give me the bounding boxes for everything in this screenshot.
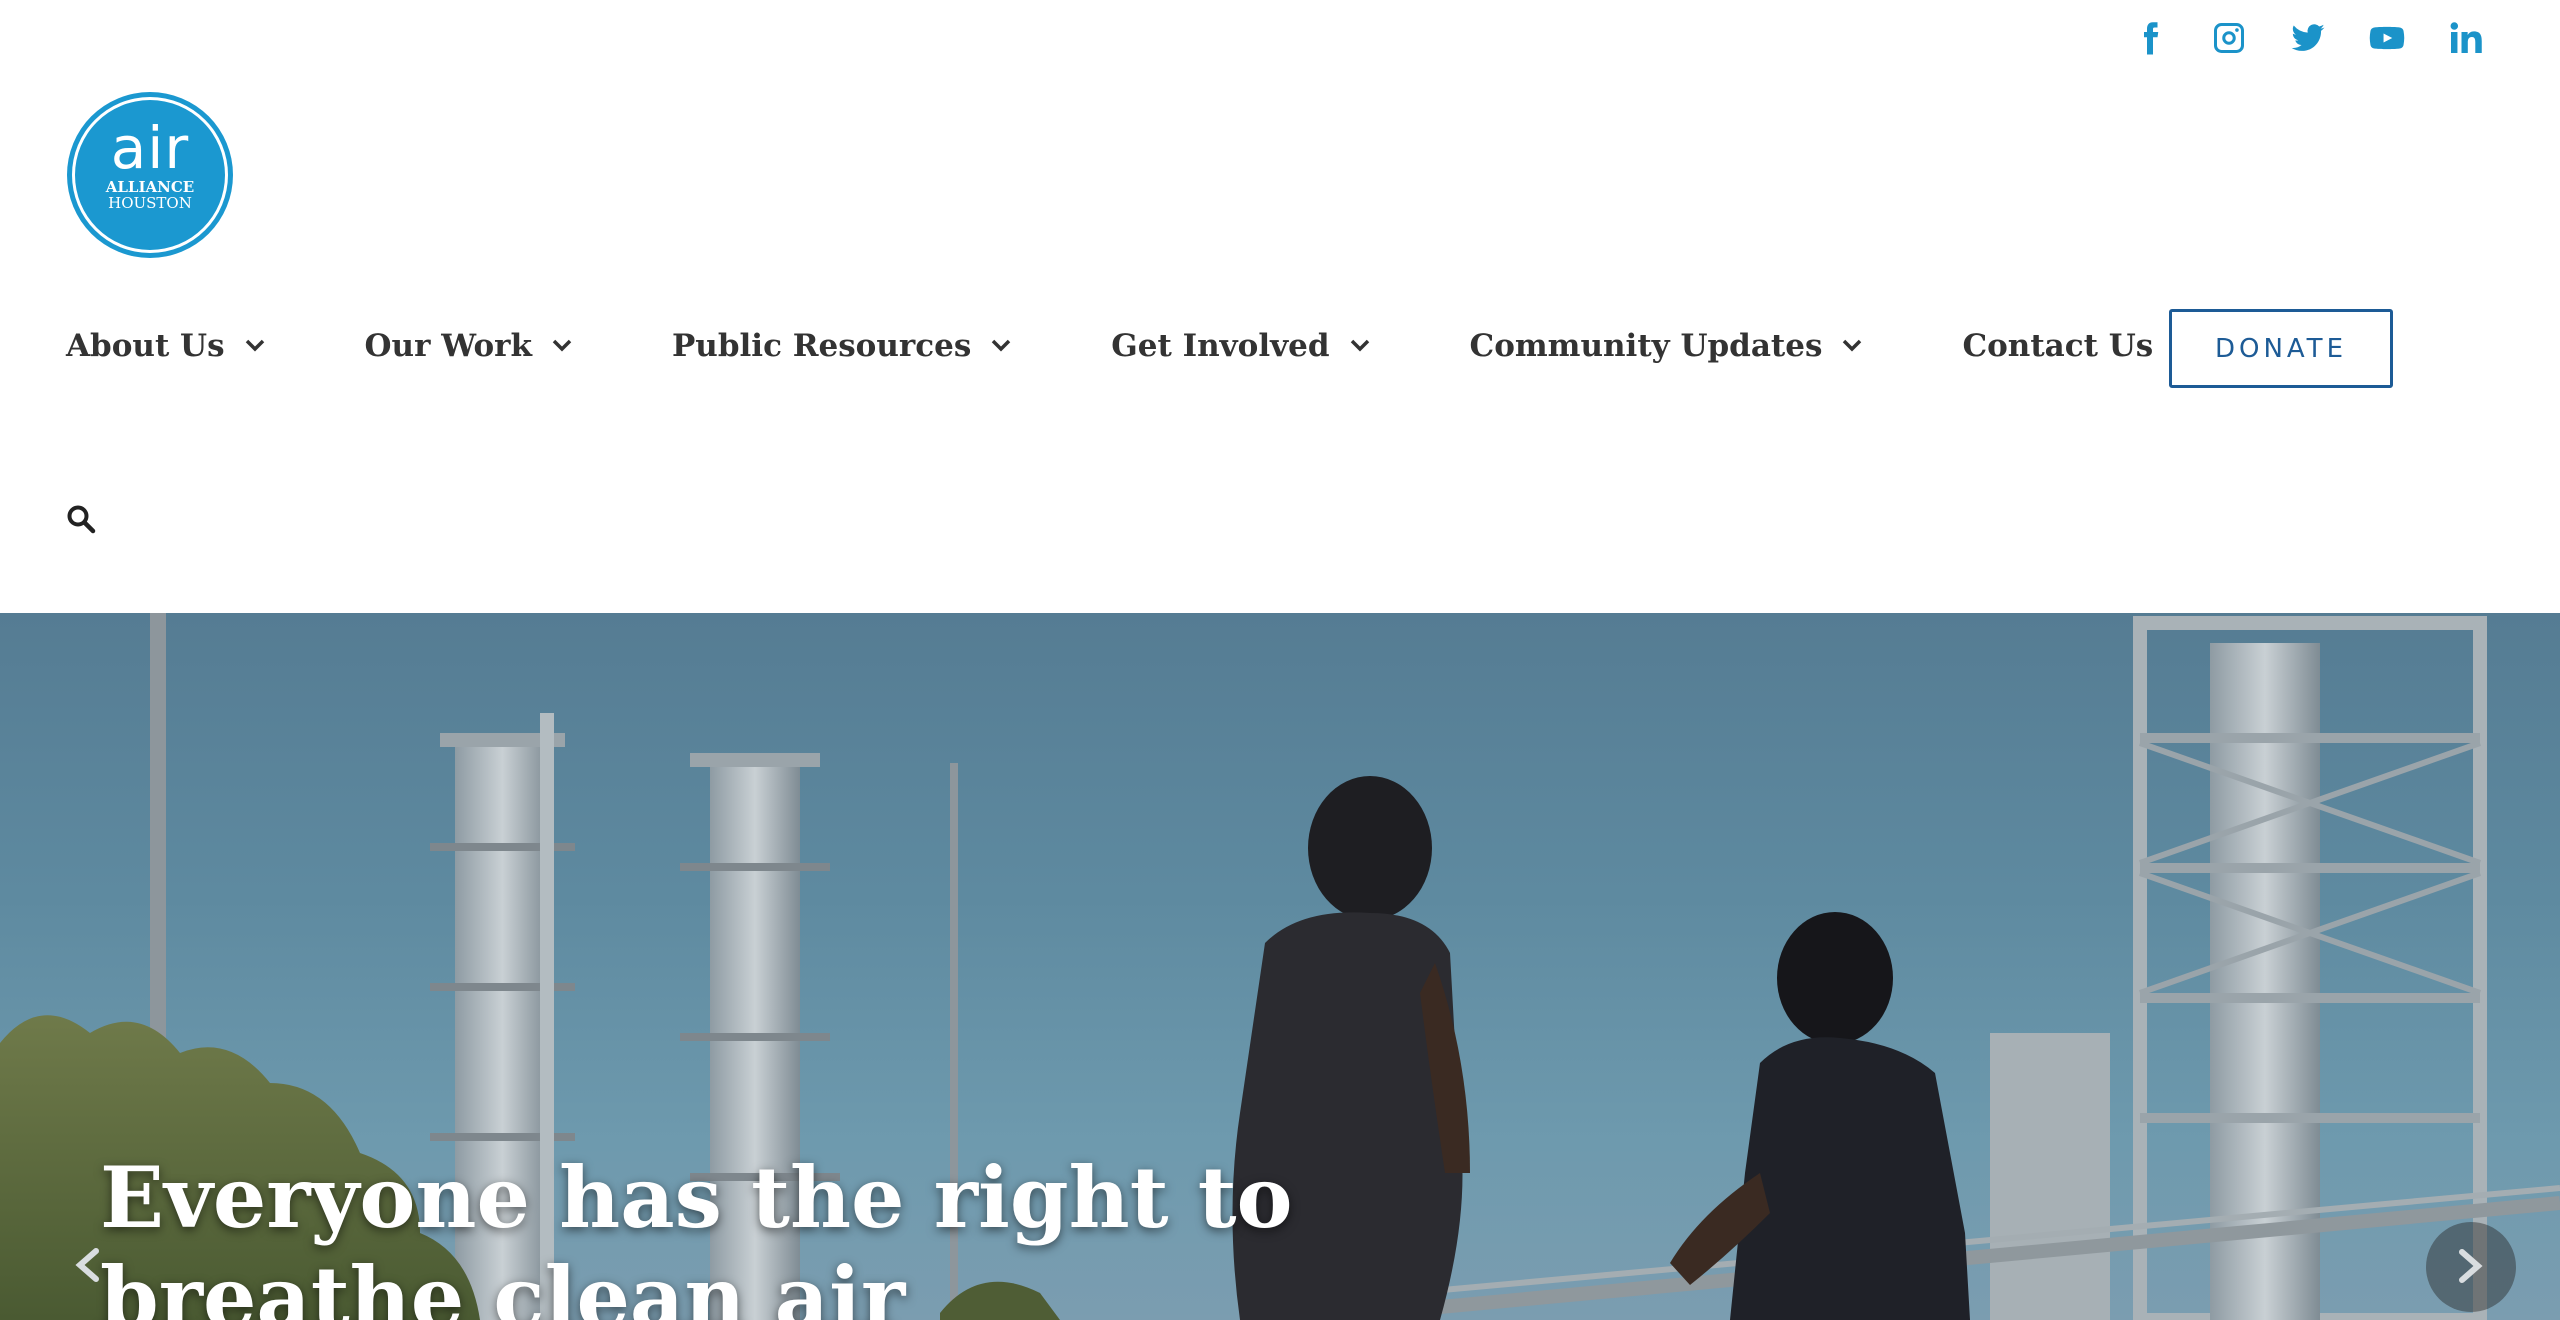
chevron-left-icon[interactable]: [72, 1245, 102, 1285]
nav-item-label: Community Updates: [1469, 328, 1823, 364]
nav-item-label: Get Involved: [1111, 328, 1330, 364]
slider-next-button[interactable]: [2426, 1222, 2516, 1312]
nav-item-label: About Us: [66, 328, 225, 364]
twitter-icon: [2291, 24, 2324, 51]
site-logo[interactable]: air ALLIANCE HOUSTON: [72, 97, 228, 253]
logo-houston-text: HOUSTON: [108, 194, 192, 212]
search-icon[interactable]: [66, 504, 96, 534]
nav-item-our-work[interactable]: Our Work: [365, 328, 572, 364]
chevron-down-icon: [245, 339, 264, 352]
logo-main-text: air: [110, 114, 190, 182]
nav-item-get-involved[interactable]: Get Involved: [1111, 328, 1369, 364]
chevron-down-icon: [992, 339, 1011, 352]
nav-item-label: Public Resources: [672, 328, 972, 364]
chevron-down-icon: [552, 339, 572, 352]
nav-item-community-updates[interactable]: Community Updates: [1470, 328, 1863, 364]
donate-button[interactable]: DONATE: [2169, 309, 2393, 388]
linkedin-link[interactable]: [2426, 14, 2505, 62]
youtube-link[interactable]: [2347, 14, 2426, 62]
chevron-down-icon: [1350, 339, 1369, 352]
chevron-down-icon: [1843, 339, 1862, 352]
twitter-link[interactable]: [2268, 14, 2347, 62]
nav-item-public-resources[interactable]: Public Resources: [672, 328, 1011, 364]
hero-slider: Everyone has the right to breathe clean …: [0, 613, 2560, 1320]
facebook-link[interactable]: [2110, 14, 2189, 62]
nav-item-contact-us[interactable]: Contact Us: [1962, 328, 2153, 364]
facebook-icon: [2143, 22, 2158, 55]
hero-title: Everyone has the right to breathe clean …: [100, 1148, 1293, 1320]
nav-item-about-us[interactable]: About Us: [66, 328, 265, 364]
social-links: [2110, 14, 2505, 62]
nav-item-label: Our Work: [364, 328, 532, 364]
instagram-link[interactable]: [2189, 14, 2268, 62]
linkedin-icon: [2450, 22, 2482, 53]
nav-item-label: Contact Us: [1962, 328, 2154, 364]
chevron-right-icon: [2459, 1249, 2483, 1283]
logo-alliance-text: ALLIANCE: [105, 178, 195, 196]
main-nav: About Us Our Work Public Resources Get I…: [66, 318, 2153, 374]
youtube-icon: [2369, 26, 2404, 50]
instagram-icon: [2213, 23, 2244, 53]
